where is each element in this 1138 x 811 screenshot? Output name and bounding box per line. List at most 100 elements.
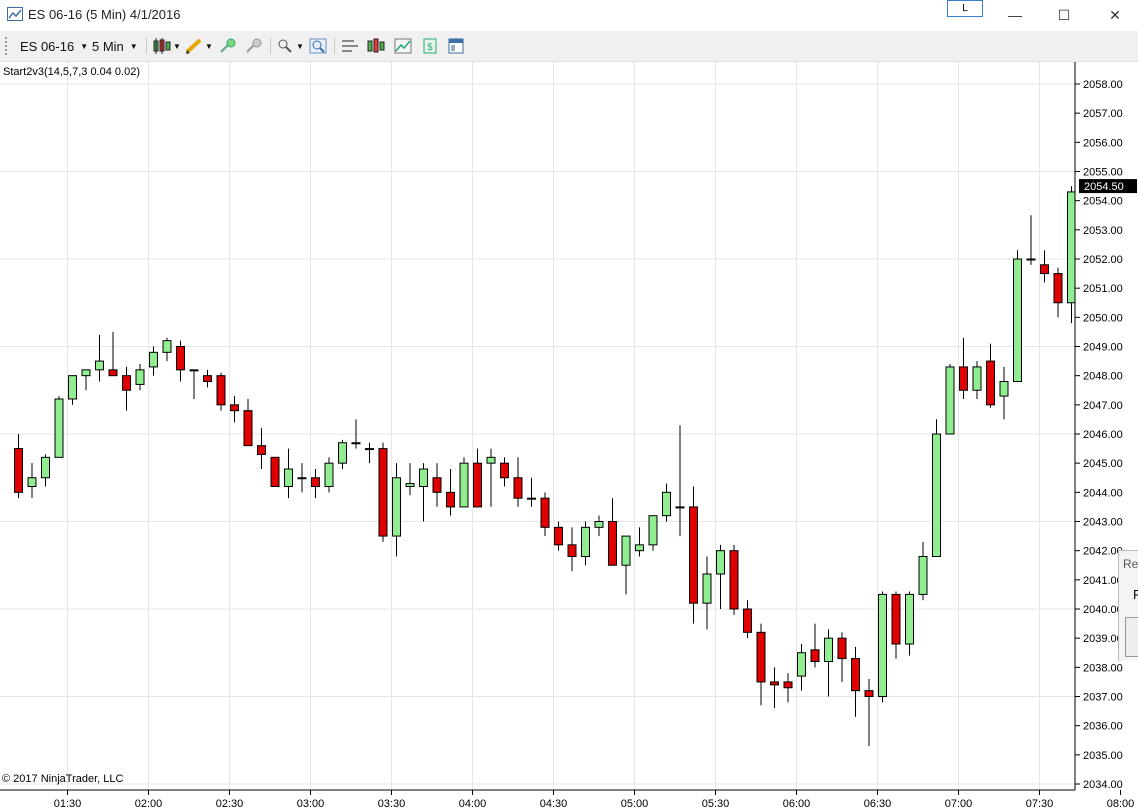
candle-body <box>378 448 388 537</box>
y-tick-label: 2055.00 <box>1083 167 1123 179</box>
title-bar: ES 06-16 (5 Min) 4/1/2016 L — ☐ ✕ <box>0 0 1138 30</box>
y-tick-label: 2042.00 <box>1083 546 1123 558</box>
candle-body <box>338 442 347 464</box>
y-tick-label: 2037.00 <box>1083 692 1123 704</box>
toolbar-separator <box>334 38 335 54</box>
y-tick-label: 2051.00 <box>1083 283 1123 295</box>
candle-body <box>959 366 968 391</box>
candle-body <box>540 497 550 528</box>
magnifier-icon[interactable] <box>308 37 328 55</box>
price-chart[interactable]: 2058.00 2057.00 2056.00 2055.00 2054.00 2053.… <box>0 62 1138 811</box>
side-panel-widget[interactable]: Re F <box>1118 550 1138 661</box>
y-tick-label: 2046.00 <box>1083 429 1123 441</box>
candle-body <box>1053 273 1063 304</box>
close-button[interactable]: ✕ <box>1092 0 1138 30</box>
strategy-icon[interactable]: $ <box>420 37 440 55</box>
y-tick-label: 2041.00 <box>1083 575 1123 587</box>
x-tick-label: 04:30 <box>540 798 568 810</box>
candle-body <box>1040 264 1049 275</box>
candle-body <box>797 652 806 677</box>
x-tick-label: 07:00 <box>945 798 973 810</box>
candle-body <box>810 649 820 662</box>
drawing-tool-pencil-icon[interactable] <box>184 37 204 55</box>
y-tick-label: 2039.00 <box>1083 633 1123 645</box>
y-tick-label: 2049.00 <box>1083 342 1123 354</box>
candle-body <box>68 375 77 400</box>
y-tick-label: 2050.00 <box>1083 312 1123 324</box>
candle-body <box>230 404 239 412</box>
candle-body <box>648 515 658 546</box>
candle-body <box>41 456 50 479</box>
window-title: ES 06-16 (5 Min) 4/1/2016 <box>28 7 181 22</box>
candle-body <box>108 369 118 377</box>
cursor-icon[interactable] <box>276 37 296 55</box>
toolbar-grip[interactable] <box>5 37 9 55</box>
x-tick-label: 05:30 <box>702 798 730 810</box>
candle-body <box>14 448 23 493</box>
link-button[interactable]: L <box>947 0 983 17</box>
candle-body <box>486 456 496 464</box>
y-tick-label: 2035.00 <box>1083 750 1123 762</box>
x-tick-label: 04:00 <box>459 798 487 810</box>
candle-body <box>513 477 523 499</box>
interval-selector[interactable]: 5 Min ▼ <box>92 37 138 55</box>
candle-body <box>675 506 685 509</box>
x-tick-label: 02:00 <box>135 798 163 810</box>
chevron-down-icon[interactable]: ▼ <box>173 37 181 55</box>
candle-body <box>581 526 590 557</box>
chart-background[interactable] <box>0 62 1138 811</box>
candle-body <box>392 477 401 537</box>
toolbar-separator <box>146 38 147 54</box>
candle-body <box>216 375 226 406</box>
candle-body <box>986 360 995 406</box>
candle-body <box>162 340 172 353</box>
chart-toolbar: ES 06-16 ▼ 5 Min ▼ ▼ ▼ ▼ $ <box>0 31 1138 62</box>
toolbar-separator <box>270 38 271 54</box>
properties-icon[interactable] <box>340 37 360 55</box>
side-panel-button[interactable] <box>1125 617 1138 657</box>
y-tick-label: 2047.00 <box>1083 400 1123 412</box>
candle-body <box>297 477 307 480</box>
zoom-in-icon[interactable] <box>218 37 238 55</box>
candle-body <box>743 608 752 633</box>
y-tick-label: 2048.00 <box>1083 371 1123 383</box>
y-tick-label: 2056.00 <box>1083 137 1123 149</box>
candle-body <box>932 433 941 557</box>
candle-body <box>27 477 37 487</box>
zoom-out-icon[interactable] <box>244 37 264 55</box>
side-panel-label-secondary: F <box>1133 587 1138 602</box>
candle-body <box>351 442 361 445</box>
candle-body <box>473 462 482 508</box>
svg-text:$: $ <box>427 42 433 53</box>
chevron-down-icon: ▼ <box>80 41 89 51</box>
candle-body <box>554 526 563 546</box>
chevron-down-icon[interactable]: ▼ <box>296 37 304 55</box>
candle-body <box>905 593 914 645</box>
candle-body <box>878 593 887 698</box>
candle-body <box>324 462 334 487</box>
candle-body <box>446 491 455 508</box>
x-tick-label: 06:30 <box>864 798 892 810</box>
candle-body <box>783 681 793 689</box>
data-box-icon[interactable] <box>446 37 466 55</box>
candle-body <box>756 631 766 683</box>
candle-body <box>621 535 631 566</box>
y-tick-label: 2054.00 <box>1083 196 1123 208</box>
chart-trader-icon[interactable] <box>393 37 413 55</box>
instrument-selector[interactable]: ES 06-16 ▼ <box>20 37 88 55</box>
x-tick-label: 07:30 <box>1026 798 1054 810</box>
x-tick-label: 08:00 <box>1107 798 1135 810</box>
candlestick-style-icon[interactable] <box>152 37 172 55</box>
candle-body <box>635 544 644 552</box>
maximize-button[interactable]: ☐ <box>1041 0 1087 30</box>
x-tick-label: 05:00 <box>621 798 649 810</box>
candle-body <box>1013 258 1022 382</box>
candle-body <box>945 366 955 435</box>
chevron-down-icon: ▼ <box>129 41 138 51</box>
chevron-down-icon[interactable]: ▼ <box>205 37 213 55</box>
candle-body <box>864 690 874 698</box>
minimize-button[interactable]: — <box>992 0 1038 30</box>
candle-body <box>851 658 860 692</box>
x-tick-label: 02:30 <box>216 798 244 810</box>
bar-type-icon[interactable] <box>366 37 386 55</box>
